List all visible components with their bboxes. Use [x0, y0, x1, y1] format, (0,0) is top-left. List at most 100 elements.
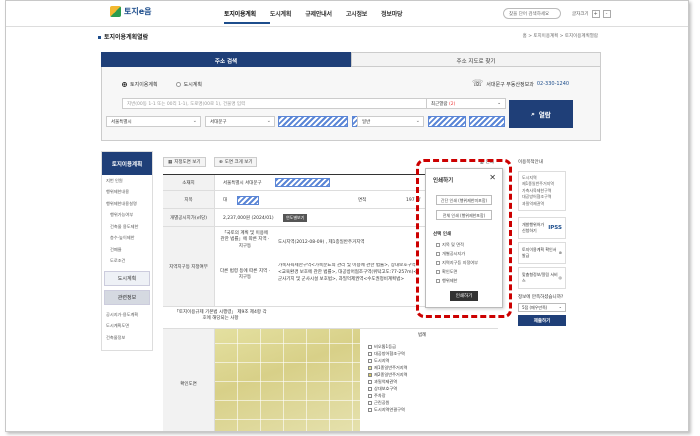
map-enlarge-button[interactable]: ⊕ 도면 크게 보기: [214, 157, 258, 167]
area-header: 면적: [358, 198, 367, 203]
radio-land-label: 토지이용계획: [130, 82, 158, 88]
survey-submit-button[interactable]: 제출하기: [518, 314, 566, 326]
sidebar-city-button[interactable]: 도시계획: [104, 270, 150, 286]
legend-item: 대공방어협조구역: [368, 350, 408, 357]
sigungu-value: 서대문구: [210, 120, 227, 125]
font-size-label: 글자크기: [572, 12, 589, 17]
tab-map-search[interactable]: 주소 지도로 찾기: [351, 52, 601, 67]
price-value: 2,237,000원 (2024/01): [223, 216, 274, 221]
certificate-link[interactable]: 토지이용계획 확인서 발급 ⊛: [518, 241, 566, 264]
confirmation-map[interactable]: [215, 329, 360, 431]
dev-permit-link[interactable]: 개발행위허가 신청하기 IPSS: [518, 216, 566, 239]
view-button[interactable]: ⌕ 열람: [509, 100, 573, 128]
map-header: 확인도면: [163, 329, 215, 431]
zoning-value2: 가축사육제한구역<가축분뇨의 관리 및 이용에 관한 법률>, 상대보호구역<교…: [278, 263, 418, 282]
survey-question: 정보에 만족하셨습니까?: [518, 294, 564, 300]
sidebar-item[interactable]: 건축물정보: [102, 332, 152, 343]
browser-frame: 토지e음 토지이용계획 도시계획 규제안내서 고시정보 정보마당 찾을 단어 검…: [5, 0, 689, 432]
sidebar-subitem[interactable]: 행위가능여부: [102, 209, 152, 220]
legend-item: 과밀억제권역: [368, 378, 408, 385]
service-icon: ◎: [558, 275, 563, 281]
sidebar-subitem[interactable]: 도로조건: [102, 255, 152, 266]
address-input[interactable]: 지번(00동 1-1 또는 00리 1-1), 도로명(00로 1), 건물명 …: [122, 98, 462, 109]
recent-count: (2): [449, 102, 456, 107]
alert-service-link[interactable]: 맞춤형정보/알림 서비스 ◎: [518, 266, 566, 289]
nav-land-plan[interactable]: 토지이용계획: [224, 9, 270, 24]
legend-label: 도시지역: [374, 357, 390, 363]
main-nav: 토지이용계획 도시계획 규제안내서 고시정보 정보마당: [224, 9, 416, 24]
legend-item: 주차장: [368, 392, 408, 399]
legend-swatch: [368, 344, 372, 349]
legend-item: 비오톱1등급: [368, 343, 408, 350]
location-value: 서울특별시 서대문구: [223, 181, 262, 186]
purpose-item[interactable]: 과밀억제권역: [522, 201, 562, 207]
bonbun-input-redacted[interactable]: [428, 116, 466, 127]
bubun-input-redacted[interactable]: [469, 116, 505, 127]
font-plus-button[interactable]: +: [591, 10, 600, 18]
radio-land-plan[interactable]: 토지이용계획: [122, 81, 158, 88]
dev-permit-label: 개발행위허가 신청하기: [522, 221, 545, 233]
zoning-sub2: 다른 법령 등에 따른 지역 · 지구등: [220, 269, 270, 281]
radio-checked-icon: [122, 82, 127, 87]
legend-swatch: [368, 351, 372, 356]
purpose-list: 도시지역 제1종일반주거지역 가축사육제한구역 대공방어협조구역 과밀억제권역: [518, 171, 566, 211]
sidebar-item[interactable]: 공시지가·용도계획: [102, 309, 152, 320]
legend-label: 근린공원: [374, 399, 390, 405]
sigungu-select[interactable]: 서대문구 ⌄: [205, 116, 275, 127]
nav-city-plan[interactable]: 도시계획: [270, 9, 305, 24]
ipss-logo: IPSS: [548, 224, 562, 231]
legend-label: 대공방어협조구역: [374, 350, 405, 356]
legend-label: 비오톱1등급: [374, 343, 396, 349]
radio-unchecked-icon: [175, 82, 181, 87]
search-icon: ⌕: [531, 109, 535, 118]
map-legend: 비오톱1등급 대공방어협조구역 도시지역 제1종일반주거지역 제2종일반주거지역…: [368, 343, 408, 413]
legend-label: 주차장: [374, 392, 386, 398]
sidebar-item[interactable]: 도시계획도면: [102, 320, 152, 331]
wide-map-button[interactable]: ▦ 지정도면 보기: [163, 157, 206, 167]
tab-address-search[interactable]: 주소 검색: [101, 52, 351, 67]
legend-item: 도시지역: [368, 357, 408, 364]
nav-regulation[interactable]: 규제안내서: [305, 9, 346, 24]
sidebar-item[interactable]: 지번 인원: [102, 175, 152, 186]
legend-label: 제1종일반주거지역: [374, 364, 408, 370]
bunji-type-select[interactable]: 일반 ⌄: [357, 116, 424, 127]
recent-view-dropdown[interactable]: 최근열람 (2) ⌄: [426, 98, 506, 109]
view-button-label: 열람: [538, 111, 551, 119]
font-size-control: 글자크기 + -: [572, 10, 611, 18]
alert-service-label: 맞춤형정보/알림 서비스: [522, 271, 558, 283]
sidebar-subitem[interactable]: 건폐율: [102, 244, 152, 255]
certificate-label: 토지이용계획 확인서 발급: [522, 246, 557, 258]
chevron-down-icon: ⌄: [266, 118, 271, 124]
map-parcels: [215, 329, 360, 431]
search-tabs: 주소 검색 주소 지도로 찾기: [101, 52, 601, 67]
sidebar-related-button[interactable]: 관련정보: [104, 289, 150, 305]
legend-title: 범례: [418, 333, 427, 338]
survey-select[interactable]: 5점 (매우만족) ⌄: [518, 302, 566, 312]
zoning-sub1: 「국토의 계획 및 이용에 관한 법률」에 따른 지역 · 지구등: [220, 231, 270, 249]
sidebar-item[interactable]: 행위제한내용: [102, 186, 152, 197]
nav-info[interactable]: 정보마당: [381, 9, 416, 24]
map-icon: ▦: [168, 159, 173, 165]
location-header: 소재지: [163, 175, 215, 190]
font-minus-button[interactable]: -: [602, 10, 611, 18]
site-search-input[interactable]: 찾을 단어 검색하세요: [503, 8, 561, 19]
government-seal-icon: ⊛: [558, 250, 562, 256]
left-sidebar: 토지이용계획 지번 인원 행위제한내용 행위제한내용설명 행위가능여부 건축물 …: [101, 151, 153, 351]
legend-item: 제1종일반주거지역: [368, 364, 408, 371]
map-enlarge-label: 도면 크게 보기: [224, 160, 253, 165]
sidebar-subitem[interactable]: 건축물 용도제한: [102, 221, 152, 232]
sido-select[interactable]: 서울특별시 ⌄: [106, 116, 201, 127]
price-header: 개별공시지가(㎡당): [163, 209, 215, 226]
nav-notice[interactable]: 고시정보: [346, 9, 381, 24]
price-year-button[interactable]: 연도별보기: [283, 214, 308, 222]
legend-item: 제2종일반주거지역: [368, 371, 408, 378]
dong-select-redacted[interactable]: [278, 116, 348, 127]
site-logo[interactable]: 토지e음: [110, 6, 152, 17]
page-title: 토지이용계획열람: [98, 32, 148, 41]
radio-city-plan[interactable]: 도시계획: [175, 81, 202, 88]
jimok-header: 지목: [163, 191, 215, 208]
legend-swatch: [368, 393, 372, 398]
chevron-down-icon: ⌄: [558, 303, 562, 309]
sidebar-item[interactable]: 행위제한내용설명: [102, 198, 152, 209]
sidebar-subitem[interactable]: 층수·높이제한: [102, 232, 152, 243]
